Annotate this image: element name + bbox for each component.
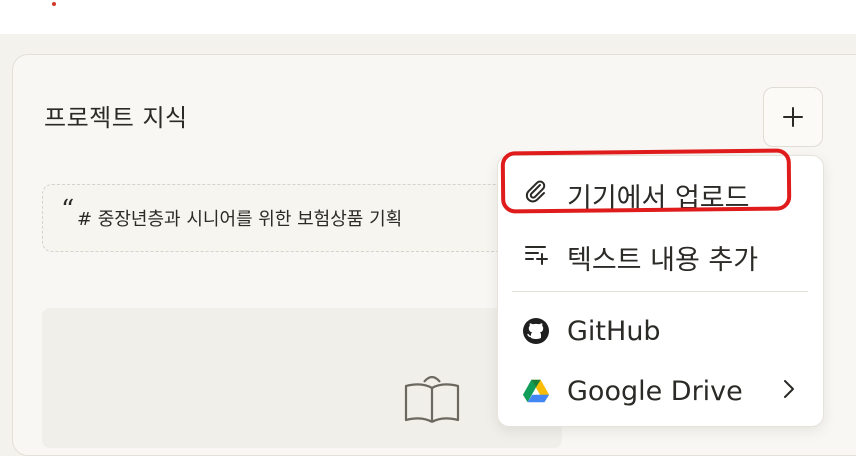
- annotation-highlight: [500, 148, 792, 214]
- menu-item-add-text-content[interactable]: 텍스트 내용 추가: [498, 226, 823, 280]
- top-bar: [0, 0, 856, 34]
- chevron-right-icon: [784, 380, 794, 398]
- github-icon: [522, 317, 550, 345]
- quote-mark: “: [61, 195, 75, 225]
- plus-icon: [783, 107, 803, 127]
- empty-knowledge-area: [42, 308, 562, 448]
- menu-item-github[interactable]: GitHub: [498, 304, 823, 358]
- notification-dot: [52, 2, 56, 6]
- menu-item-google-drive[interactable]: Google Drive: [498, 364, 823, 418]
- menu-item-label: Google Drive: [567, 376, 743, 407]
- text-add-icon: [522, 239, 550, 267]
- knowledge-snippet-card[interactable]: “ # 중장년층과 시니어를 위한 보험상품 기획: [42, 184, 564, 252]
- menu-divider: [512, 291, 808, 292]
- add-knowledge-button[interactable]: [763, 87, 823, 147]
- menu-item-label: 텍스트 내용 추가: [567, 245, 759, 276]
- menu-item-label: GitHub: [567, 316, 661, 347]
- book-icon: [404, 375, 460, 423]
- panel-title: 프로젝트 지식: [44, 104, 188, 132]
- snippet-text: # 중장년층과 시니어를 위한 보험상품 기획: [77, 209, 403, 230]
- google-drive-icon: [522, 377, 550, 405]
